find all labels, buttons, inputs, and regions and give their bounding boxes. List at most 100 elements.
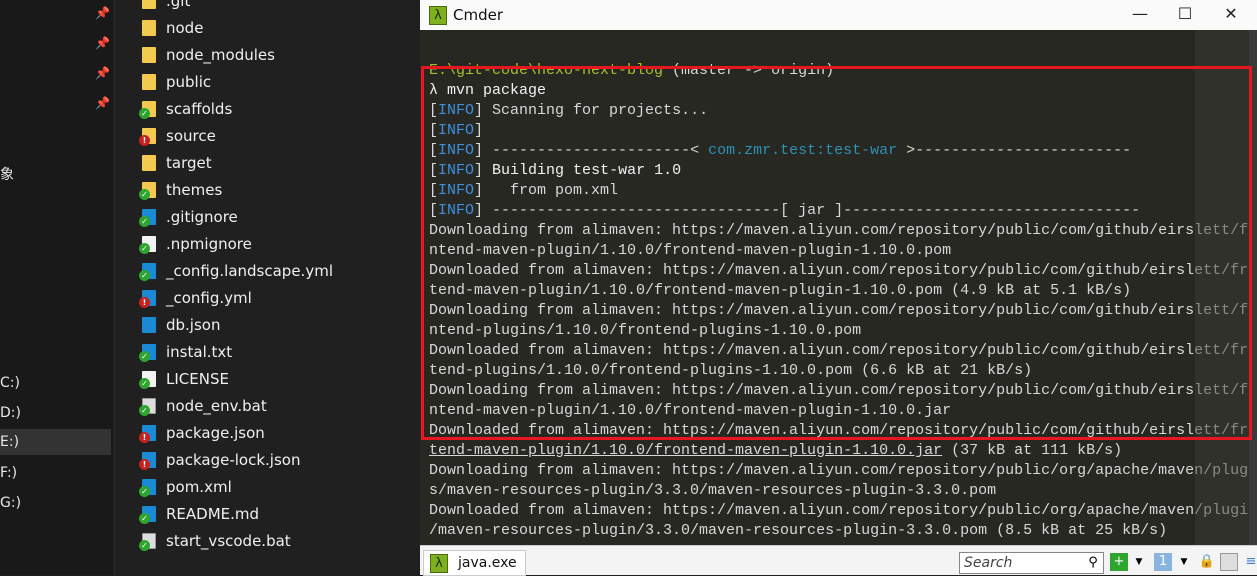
pin-icon[interactable]: 📌 <box>95 96 110 110</box>
file-name: start_vscode.bat <box>166 531 291 550</box>
file-item[interactable]: ✓ README.md <box>139 500 259 527</box>
terminal-text: Downloading from alimaven: https://maven… <box>429 382 1257 399</box>
terminal-text: INFO <box>438 102 475 119</box>
file-item[interactable]: ✓ node_env.bat <box>139 392 267 419</box>
terminal-line: Downloaded from alimaven: https://maven.… <box>429 261 1257 281</box>
file-item[interactable]: node <box>139 14 203 41</box>
terminal-text: INFO <box>438 122 475 139</box>
terminal-line: s/maven-resources-plugin/3.3.0/maven-res… <box>429 481 996 501</box>
terminal-line: E:\git-code\hexo-next-blog (master -> or… <box>429 61 834 81</box>
git-modified-overlay-icon: ! <box>139 431 150 443</box>
title-bar[interactable]: λ Cmder — ☐ ✕ <box>420 0 1257 30</box>
new-console-icon[interactable]: + <box>1110 553 1128 571</box>
menu-icon[interactable]: ≡ <box>1242 553 1257 571</box>
terminal-text: Downloading from alimaven: https://maven… <box>429 222 1257 239</box>
scrollbar[interactable] <box>1249 30 1257 545</box>
file-item[interactable]: ! package.json <box>139 419 265 446</box>
file-icon: ✓ <box>139 262 157 281</box>
cmder-window: λ Cmder — ☐ ✕ E:\git-code\hexo-next-blog… <box>420 0 1257 576</box>
nav-item-partial[interactable]: 象 <box>0 164 14 184</box>
terminal-line: [INFO] Scanning for projects... <box>429 101 708 121</box>
git-ok-overlay-icon: ✓ <box>139 107 150 119</box>
git-ok-overlay-icon: ✓ <box>139 377 150 389</box>
file-item[interactable]: ✓ start_vscode.bat <box>139 527 291 554</box>
file-item[interactable]: public <box>139 68 211 95</box>
file-item[interactable]: ✓ .npmignore <box>139 230 252 257</box>
file-name: .git <box>166 0 191 10</box>
console-tab[interactable]: λ java.exe <box>423 550 526 576</box>
terminal-text: ] ----------------------< <box>474 142 709 159</box>
file-item[interactable]: ✓ .gitignore <box>139 203 238 230</box>
terminal-text: Downloaded from alimaven: https://maven.… <box>429 502 1257 519</box>
maximize-button[interactable]: ☐ <box>1162 0 1208 30</box>
terminal-text: (master -> origin) <box>663 62 835 79</box>
file-item[interactable]: ✓ _config.landscape.yml <box>139 257 333 284</box>
pin-icon[interactable]: 📌 <box>95 66 110 80</box>
file-name: README.md <box>166 504 260 523</box>
terminal-line: Downloading from alimaven: https://maven… <box>429 221 1257 241</box>
nav-drive-g[interactable]: G:) <box>0 490 111 516</box>
file-item[interactable]: ✓ LICENSE <box>139 365 229 392</box>
file-item[interactable]: db.json <box>139 311 220 338</box>
file-item[interactable]: ! source <box>139 122 216 149</box>
folder-icon: ✓ <box>139 181 157 200</box>
terminal-text: λ mvn package <box>429 82 547 99</box>
terminal-text: Downloaded from alimaven: https://maven.… <box>429 342 1257 359</box>
terminal-text: E:\git-code\hexo-next-blog <box>429 62 664 79</box>
terminal-text: >------------------------ <box>897 142 1132 159</box>
git-modified-overlay-icon: ! <box>139 296 150 308</box>
status-bar: λ java.exe Search ⚲ + ▼ 1 ▼ 🔒 ≡ <box>420 545 1257 576</box>
terminal-output[interactable]: E:\git-code\hexo-next-blog (master -> or… <box>420 30 1257 545</box>
file-item[interactable]: ! _config.yml <box>139 284 252 311</box>
file-icon: ✓ <box>139 478 157 497</box>
file-name: _config.yml <box>166 288 252 307</box>
terminal-text: [ <box>429 162 439 179</box>
folder-icon <box>139 19 157 37</box>
folder-icon <box>139 73 157 91</box>
terminal-text: Building test-war 1.0 <box>492 162 682 179</box>
lock-icon[interactable]: 🔒 <box>1198 553 1216 571</box>
nav-drive-d[interactable]: D:) <box>0 400 111 426</box>
terminal-line: Downloaded from alimaven: https://maven.… <box>429 341 1257 361</box>
nav-drive-c[interactable]: C:) <box>0 370 111 396</box>
minimize-button[interactable]: — <box>1117 0 1163 30</box>
search-icon[interactable]: ⚲ <box>1084 554 1102 572</box>
close-button[interactable]: ✕ <box>1208 0 1254 30</box>
cmder-lambda-icon: λ <box>429 5 447 25</box>
file-item[interactable]: ! package-lock.json <box>139 446 300 473</box>
search-input[interactable]: Search <box>959 552 1104 574</box>
file-icon: ✓ <box>139 505 157 524</box>
git-ok-overlay-icon: ✓ <box>139 269 150 281</box>
git-ok-overlay-icon: ✓ <box>139 512 150 524</box>
file-name: pom.xml <box>166 477 232 496</box>
terminal-line: λ mvn package <box>429 81 546 101</box>
git-ok-overlay-icon: ✓ <box>139 242 150 254</box>
terminal-text: [ <box>429 102 439 119</box>
file-item[interactable]: ✓ scaffolds <box>139 95 232 122</box>
file-item[interactable]: node_modules <box>139 41 275 68</box>
file-icon: ! <box>139 289 157 308</box>
terminal-text: tend-maven-plugin/1.10.0/frontend-maven-… <box>429 282 1132 299</box>
terminal-text: Downloading from alimaven: https://maven… <box>429 302 1257 319</box>
pin-icon[interactable]: 📌 <box>95 6 110 20</box>
terminal-line: tend-plugins/1.10.0/frontend-plugins-1.1… <box>429 361 1032 381</box>
terminal-line: [INFO] --------------------------------[… <box>429 201 1140 221</box>
file-item[interactable]: .git <box>139 0 190 14</box>
nav-drive-f[interactable]: F:) <box>0 460 111 486</box>
file-item[interactable]: ✓ themes <box>139 176 222 203</box>
terminal-text: INFO <box>438 182 475 199</box>
dropdown-arrow-icon[interactable]: ▼ <box>1130 553 1148 571</box>
file-icon: ✓ <box>139 370 157 389</box>
file-item[interactable]: ✓ pom.xml <box>139 473 232 500</box>
file-name: target <box>166 153 212 172</box>
file-item[interactable]: ✓ instal.txt <box>139 338 232 365</box>
tab-label: java.exe <box>458 555 517 571</box>
git-ok-overlay-icon: ✓ <box>139 350 150 362</box>
pin-icon[interactable]: 📌 <box>95 36 110 50</box>
console-number-icon[interactable]: 1 <box>1154 553 1172 571</box>
file-name: package-lock.json <box>166 450 301 469</box>
nav-drive-e[interactable]: E:) <box>0 429 111 455</box>
dropdown-arrow-icon[interactable]: ▼ <box>1175 553 1193 571</box>
split-view-icon[interactable] <box>1220 553 1238 571</box>
file-item[interactable]: target <box>139 149 212 176</box>
